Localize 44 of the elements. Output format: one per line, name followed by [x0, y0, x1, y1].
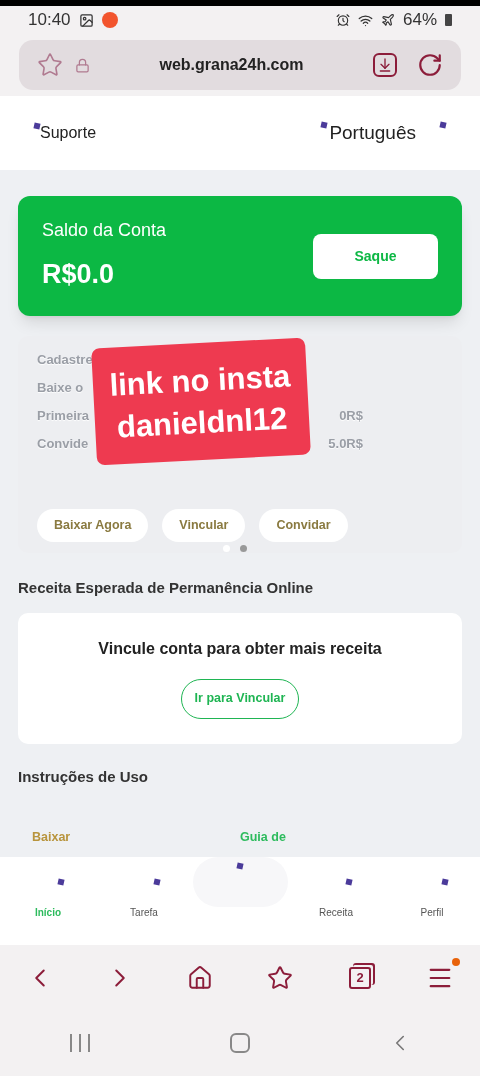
- promo-text: Cadastre: [37, 351, 93, 370]
- broken-image-icon: [345, 878, 353, 886]
- star-icon[interactable]: [37, 52, 63, 78]
- lock-icon: [75, 57, 90, 73]
- promo-text: Convide: [37, 435, 89, 454]
- recents-icon[interactable]: [70, 1034, 90, 1052]
- promo-text: 0R$: [339, 407, 363, 426]
- tab-item[interactable]: Perfil: [384, 857, 480, 945]
- download-icon[interactable]: [373, 53, 397, 77]
- address-bar[interactable]: web.grana24h.com: [19, 40, 461, 90]
- support-link[interactable]: Suporte: [40, 121, 97, 145]
- bookmarks-icon[interactable]: [267, 964, 293, 991]
- home-icon[interactable]: [187, 964, 213, 991]
- balance-label: Saldo da Conta: [42, 219, 167, 243]
- broken-image-icon: [439, 121, 447, 129]
- broken-image-icon: [57, 878, 65, 886]
- clock: 10:40: [28, 9, 71, 32]
- section-title: Receita Esperada de Permanência Online: [18, 578, 315, 598]
- broken-image-icon: [441, 878, 449, 886]
- tab-item[interactable]: Tarefa: [96, 857, 192, 945]
- promo-button[interactable]: Baixar Agora: [37, 509, 149, 542]
- airplane-icon: [380, 13, 395, 27]
- promo-text: Primeira: [37, 407, 90, 426]
- reload-icon[interactable]: [417, 52, 443, 78]
- record-icon: [101, 12, 118, 28]
- promo-text: Baixe o: [37, 379, 84, 398]
- section-title: Instruções de Uso: [18, 766, 150, 787]
- alarm-icon: [335, 13, 350, 27]
- promo-button[interactable]: Convidar: [259, 509, 348, 542]
- broken-image-icon: [33, 122, 41, 130]
- battery-level: 64%: [402, 9, 437, 32]
- battery-icon: [445, 14, 452, 26]
- tab-item[interactable]: Receita: [288, 857, 384, 945]
- promo-button[interactable]: Vincular: [162, 509, 246, 542]
- balance-amount: R$0.0: [42, 258, 116, 292]
- wifi-icon: [357, 12, 373, 28]
- broken-image-icon: [236, 862, 244, 870]
- home-button-icon[interactable]: [230, 1033, 250, 1053]
- language-selector[interactable]: Português: [329, 118, 416, 148]
- bind-message: Vincule conta para obter mais receita: [98, 638, 382, 659]
- promo-text: 5.0R$: [328, 435, 363, 454]
- image-icon: [78, 12, 94, 28]
- broken-image-icon: [320, 121, 328, 129]
- broken-image-icon: [153, 878, 161, 886]
